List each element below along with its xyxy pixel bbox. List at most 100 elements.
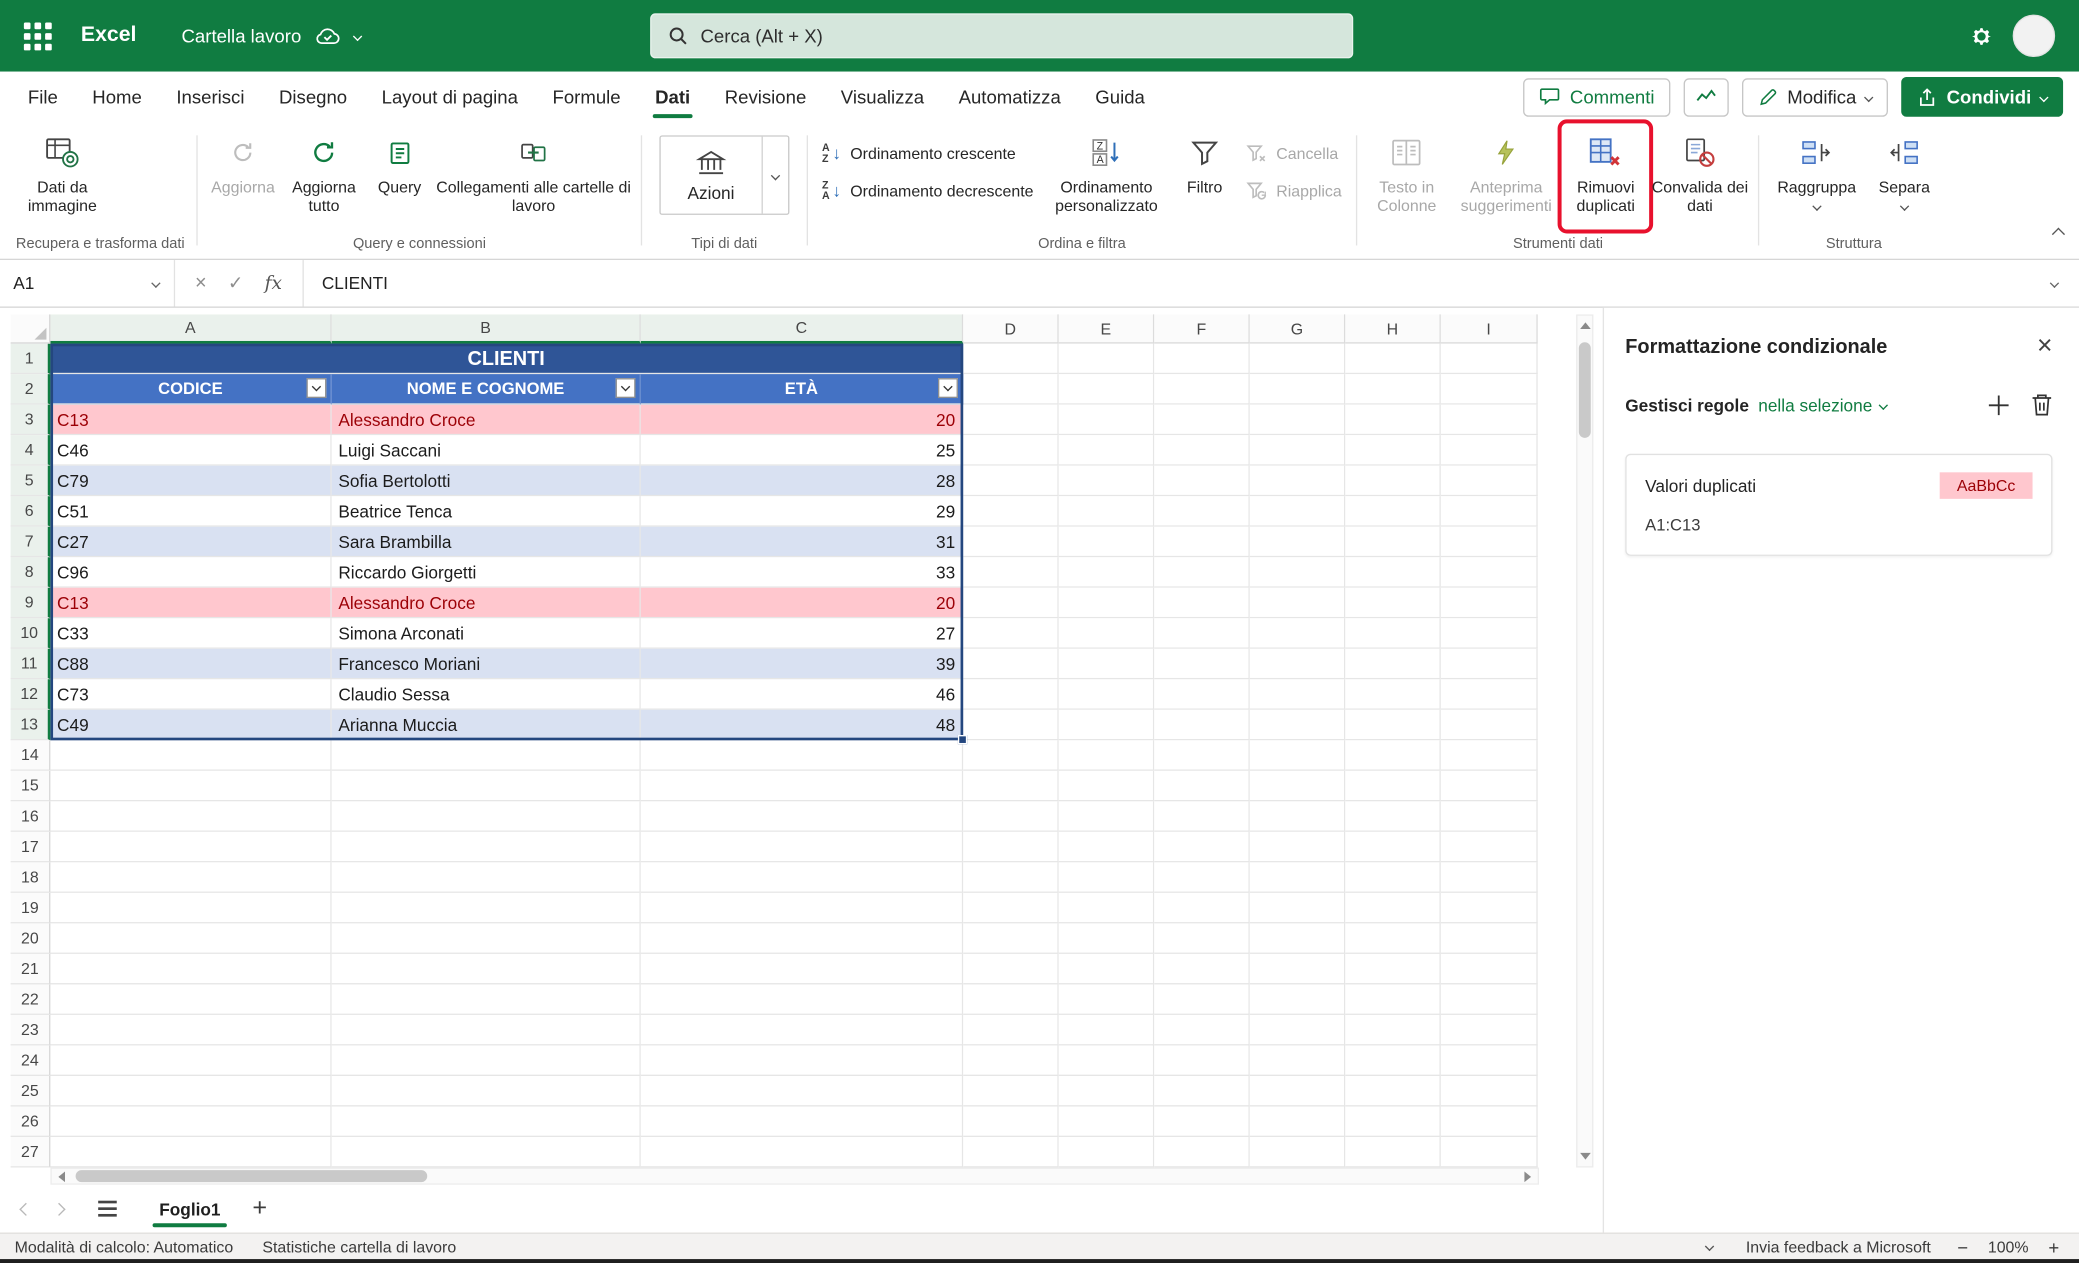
cell-H1[interactable]	[1345, 344, 1441, 375]
cell-C9[interactable]: 20	[641, 588, 963, 619]
workbook-menu-chevron-icon[interactable]	[354, 33, 361, 40]
scroll-right-arrow-icon[interactable]	[1524, 1172, 1531, 1183]
cell-B20[interactable]	[332, 923, 641, 954]
filter-dropdown-button-B[interactable]	[616, 378, 636, 398]
row-header-16[interactable]: 16	[11, 801, 51, 832]
cell-B27[interactable]	[332, 1137, 641, 1168]
custom-sort-button[interactable]: Z A Ordinamento personalizzato	[1041, 125, 1171, 228]
comments-button[interactable]: Commenti	[1523, 78, 1670, 116]
cell-H18[interactable]	[1345, 862, 1441, 893]
cell-I11[interactable]	[1441, 649, 1538, 680]
cell-G14[interactable]	[1250, 740, 1346, 771]
cell-F5[interactable]	[1154, 466, 1250, 497]
column-header-H[interactable]: H	[1345, 314, 1441, 343]
tab-inserisci[interactable]: Inserisci	[159, 72, 262, 122]
cell-I9[interactable]	[1441, 588, 1538, 619]
cell-H2[interactable]	[1345, 374, 1441, 405]
cell-E3[interactable]	[1059, 405, 1155, 436]
filter-button-ribbon[interactable]: Filtro	[1171, 125, 1237, 228]
feedback-link[interactable]: Invia feedback a Microsoft	[1731, 1237, 1945, 1256]
ribbon-collapse-chevron-icon[interactable]	[2054, 222, 2063, 246]
cell-E11[interactable]	[1059, 649, 1155, 680]
cell-B2-header[interactable]: NOME E COGNOME	[332, 374, 641, 405]
share-button[interactable]: Condividi	[1902, 77, 2064, 117]
insert-function-icon[interactable]: fx	[265, 273, 282, 294]
cell-C11[interactable]: 39	[641, 649, 963, 680]
cell-C10[interactable]: 27	[641, 618, 963, 649]
data-validation-button[interactable]: Convalida dei dati	[1648, 125, 1751, 228]
cell-I21[interactable]	[1441, 954, 1538, 985]
cell-D7[interactable]	[963, 527, 1059, 558]
group-rows-button[interactable]: Raggruppa	[1766, 125, 1867, 228]
cell-A22[interactable]	[50, 984, 331, 1015]
cell-D10[interactable]	[963, 618, 1059, 649]
cell-A1-table-title[interactable]: CLIENTI	[50, 344, 963, 375]
cell-F17[interactable]	[1154, 832, 1250, 863]
filter-dropdown-button-A[interactable]	[306, 378, 326, 398]
cell-E4[interactable]	[1059, 435, 1155, 466]
cell-E19[interactable]	[1059, 893, 1155, 924]
cell-F1[interactable]	[1154, 344, 1250, 375]
row-header-19[interactable]: 19	[11, 893, 51, 924]
cell-H26[interactable]	[1345, 1107, 1441, 1138]
scroll-down-arrow-icon[interactable]	[1580, 1153, 1591, 1160]
cell-A2-header[interactable]: CODICE	[50, 374, 331, 405]
cell-A9[interactable]: C13	[50, 588, 331, 619]
cell-B25[interactable]	[332, 1076, 641, 1107]
column-header-F[interactable]: F	[1154, 314, 1250, 343]
fill-handle[interactable]	[958, 735, 967, 744]
cell-F15[interactable]	[1154, 771, 1250, 802]
cell-F19[interactable]	[1154, 893, 1250, 924]
row-header-12[interactable]: 12	[11, 679, 51, 710]
cell-B7[interactable]: Sara Brambilla	[332, 527, 641, 558]
cell-H4[interactable]	[1345, 435, 1441, 466]
row-header-22[interactable]: 22	[11, 984, 51, 1015]
cell-D22[interactable]	[963, 984, 1059, 1015]
cell-D20[interactable]	[963, 923, 1059, 954]
row-header-10[interactable]: 10	[11, 618, 51, 649]
cell-D23[interactable]	[963, 1015, 1059, 1046]
cell-D27[interactable]	[963, 1137, 1059, 1168]
cell-C24[interactable]	[641, 1045, 963, 1076]
cell-G16[interactable]	[1250, 801, 1346, 832]
cell-I3[interactable]	[1441, 405, 1538, 436]
cell-E24[interactable]	[1059, 1045, 1155, 1076]
cell-E23[interactable]	[1059, 1015, 1155, 1046]
cell-B19[interactable]	[332, 893, 641, 924]
cell-D26[interactable]	[963, 1107, 1059, 1138]
cell-H8[interactable]	[1345, 557, 1441, 588]
cell-E16[interactable]	[1059, 801, 1155, 832]
cell-A18[interactable]	[50, 862, 331, 893]
cell-D14[interactable]	[963, 740, 1059, 771]
tab-file[interactable]: File	[11, 72, 75, 122]
cell-A15[interactable]	[50, 771, 331, 802]
next-sheet-chevron-icon[interactable]	[54, 1204, 63, 1213]
cell-I4[interactable]	[1441, 435, 1538, 466]
cell-G8[interactable]	[1250, 557, 1346, 588]
cell-C12[interactable]: 46	[641, 679, 963, 710]
cell-A14[interactable]	[50, 740, 331, 771]
cell-F9[interactable]	[1154, 588, 1250, 619]
cell-H22[interactable]	[1345, 984, 1441, 1015]
row-header-8[interactable]: 8	[11, 557, 51, 588]
cell-I8[interactable]	[1441, 557, 1538, 588]
cell-H13[interactable]	[1345, 710, 1441, 741]
cell-F2[interactable]	[1154, 374, 1250, 405]
cell-E14[interactable]	[1059, 740, 1155, 771]
column-header-G[interactable]: G	[1250, 314, 1346, 343]
cell-C17[interactable]	[641, 832, 963, 863]
cell-H7[interactable]	[1345, 527, 1441, 558]
flash-fill-button[interactable]: Anteprima suggerimenti	[1449, 125, 1563, 228]
cell-C3[interactable]: 20	[641, 405, 963, 436]
cell-D12[interactable]	[963, 679, 1059, 710]
cell-A10[interactable]: C33	[50, 618, 331, 649]
cell-H20[interactable]	[1345, 923, 1441, 954]
tab-home[interactable]: Home	[75, 72, 159, 122]
cell-D8[interactable]	[963, 557, 1059, 588]
row-header-6[interactable]: 6	[11, 496, 51, 527]
cell-A24[interactable]	[50, 1045, 331, 1076]
cell-B12[interactable]: Claudio Sessa	[332, 679, 641, 710]
cell-H6[interactable]	[1345, 496, 1441, 527]
cell-G9[interactable]	[1250, 588, 1346, 619]
tab-visualizza[interactable]: Visualizza	[824, 72, 942, 122]
